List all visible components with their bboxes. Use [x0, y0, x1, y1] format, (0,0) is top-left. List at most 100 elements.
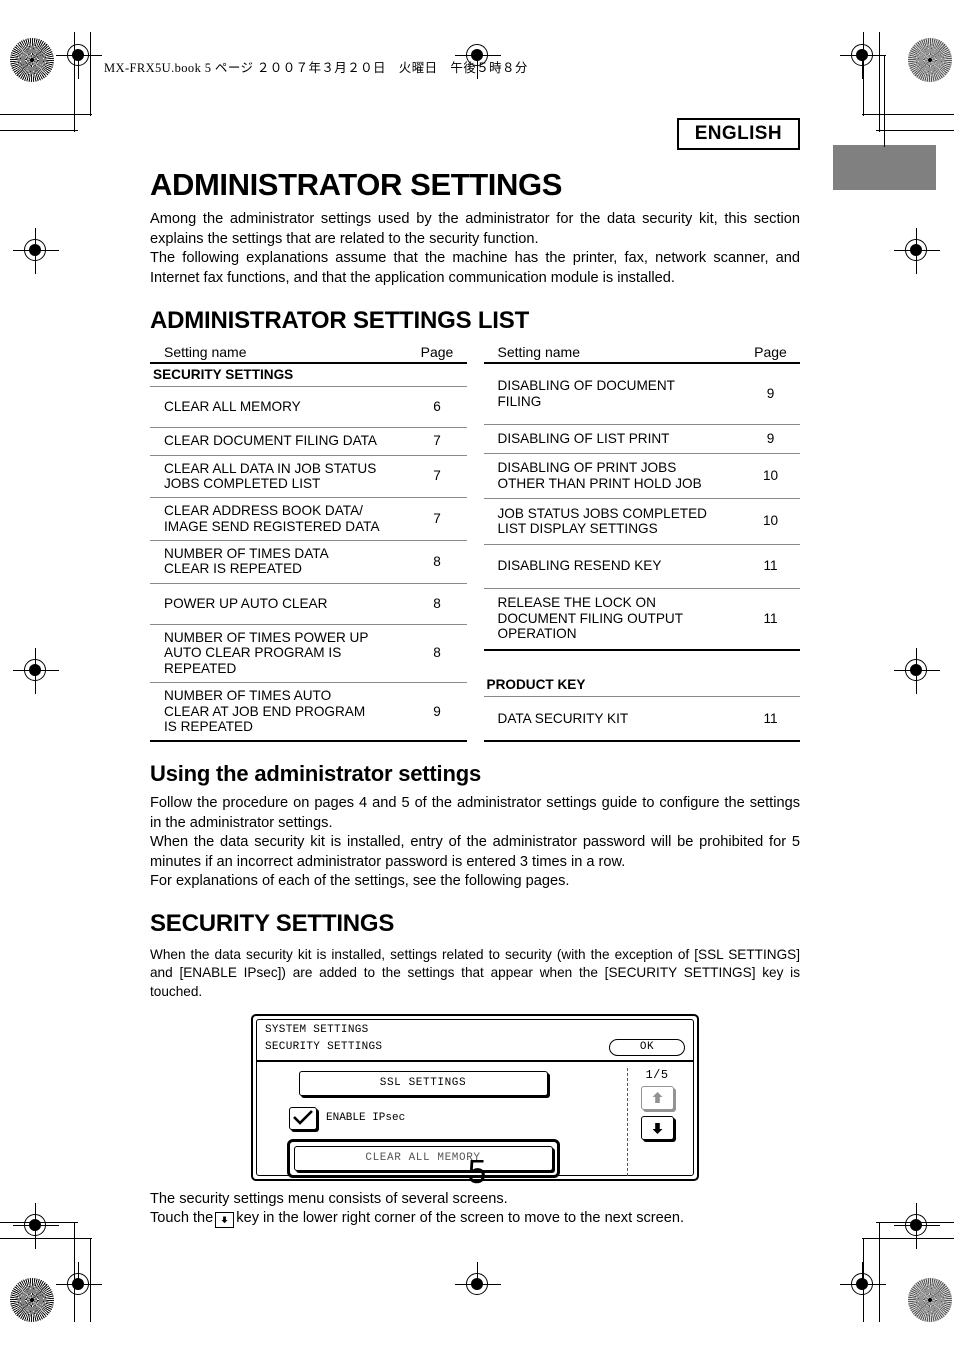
settings-table-left: Setting name Page SECURITY SETTINGS CLEAR…	[150, 342, 467, 743]
table-group-row: PRODUCT KEY	[483, 673, 800, 698]
table-row: DATA SECURITY KIT 11	[483, 696, 800, 743]
cell-setting-name: NUMBER OF TIMES DATA CLEAR IS REPEATED	[150, 540, 408, 584]
table-spacer-row	[484, 650, 801, 673]
reg-mark-right-middle	[894, 648, 940, 694]
table-row: DISABLING RESEND KEY 11	[483, 544, 800, 589]
scroll-down-arrow-icon[interactable]	[640, 1115, 674, 1140]
reg-mark-bottom-center	[455, 1262, 501, 1308]
cell-page-number: 9	[741, 424, 800, 454]
footer-note-suffix: key in the lower right corner of the scr…	[236, 1210, 685, 1227]
scroll-up-arrow-icon[interactable]	[640, 1085, 674, 1110]
table-spacer-cell	[484, 650, 801, 673]
using-paragraph-2: When the data security kit is installed,…	[150, 834, 800, 870]
book-file-header: MX-FRX5U.book 5 ページ ２００７年３月２０日 火曜日 午後５時８…	[104, 61, 528, 75]
table-row: DISABLING OF DOCUMENT FILING 9	[483, 363, 800, 425]
crop-line-top-right-h2	[862, 114, 954, 116]
table-row: NUMBER OF TIMES DATA CLEAR IS REPEATED 8	[150, 540, 467, 584]
using-settings-heading: Using the administrator settings	[150, 761, 481, 787]
cell-setting-name: DISABLING OF DOCUMENT FILING	[483, 363, 741, 425]
cell-setting-name: CLEAR ADDRESS BOOK DATA/IMAGE SEND REGIS…	[150, 497, 408, 541]
settings-list-heading: ADMINISTRATOR SETTINGS LIST	[150, 307, 530, 335]
cell-page-number: 8	[407, 624, 467, 684]
reg-mark-bottom-left-inner	[56, 1262, 102, 1308]
table-row: JOB STATUS JOBS COMPLETED LIST DISPLAY SE…	[483, 498, 800, 545]
cell-page-number: 10	[741, 453, 800, 500]
table-row: CLEAR ADDRESS BOOK DATA/IMAGE SEND REGIS…	[150, 497, 467, 541]
intro-paragraph-2: The following explanations assume that t…	[150, 250, 800, 286]
table-header-row: Setting name Page	[150, 342, 467, 365]
footer-note-prefix: Touch the	[150, 1210, 214, 1227]
lcd-screen-title: SECURITY SETTINGS	[265, 1041, 383, 1054]
checkbox-checked-icon[interactable]	[289, 1106, 317, 1130]
cell-setting-name: DISABLING RESEND KEY	[483, 544, 741, 589]
footer-note-line-2: Touch the key in the lower right corner o…	[150, 1209, 800, 1228]
reg-mark-top-right-inner	[840, 33, 886, 79]
cell-page-number	[407, 363, 467, 387]
cell-page-number: 9	[741, 363, 800, 425]
registration-rosette-top-right	[908, 38, 952, 82]
security-paragraph: When the data security kit is installed,…	[150, 946, 800, 999]
security-settings-heading: SECURITY SETTINGS	[150, 910, 395, 938]
cell-setting-name: POWER UP AUTO CLEAR	[150, 583, 408, 626]
page-content: ADMINISTRATOR SETTINGS Among the adminis…	[150, 168, 800, 1229]
cell-page-number: 9	[407, 682, 467, 743]
column-header-setting-name: Setting name	[483, 342, 741, 365]
cell-page-number: 6	[407, 386, 467, 429]
inline-down-arrow-icon	[215, 1211, 235, 1228]
reg-mark-right-upper	[894, 228, 940, 274]
lcd-system-title: SYSTEM SETTINGS	[265, 1023, 369, 1036]
table-row: CLEAR DOCUMENT FILING DATA 7	[150, 427, 467, 456]
table-row: RELEASE THE LOCK ON DOCUMENT FILING OUTPU…	[483, 588, 800, 652]
crop-line-top-left-h	[0, 130, 78, 132]
settings-table-left-body: SECURITY SETTINGS CLEAR ALL MEMORY 6 CLEAR …	[150, 363, 467, 743]
cell-setting-name: DISABLING OF LIST PRINT	[483, 424, 741, 454]
table-row: CLEAR ALL DATA IN JOB STATUS JOBS COMPLET…	[150, 455, 467, 499]
reg-mark-left-middle	[13, 648, 59, 694]
cell-setting-name: CLEAR ALL MEMORY	[150, 386, 408, 429]
cell-page-number: 7	[407, 427, 467, 456]
settings-list-tables: Setting name Page SECURITY SETTINGS CLEAR…	[150, 342, 801, 743]
lcd-enable-ipsec-label: ENABLE IPsec	[326, 1112, 406, 1125]
using-paragraph-1: Follow the procedure on pages 4 and 5 of…	[150, 795, 800, 831]
registration-rosette-bottom-left	[10, 1278, 54, 1322]
cell-page-number: 7	[407, 455, 467, 499]
reg-mark-right-lower	[894, 1203, 940, 1249]
table-row: POWER UP AUTO CLEAR 8	[150, 583, 467, 626]
crop-line-top-left-h2	[0, 114, 92, 116]
crop-line-top-right-h	[876, 130, 954, 132]
lcd-ssl-settings-button[interactable]: SSL SETTINGS	[298, 1070, 548, 1096]
reg-mark-left-lower	[13, 1203, 59, 1249]
cell-setting-name: NUMBER OF TIMES AUTO CLEAR AT JOB END PRO…	[150, 682, 408, 743]
table-group-row: SECURITY SETTINGS	[150, 363, 467, 387]
cell-setting-name: DISABLING OF PRINT JOBS OTHER THAN PRINT …	[483, 453, 741, 500]
table-row: DISABLING OF LIST PRINT 9	[483, 424, 800, 454]
registration-rosette-bottom-right	[908, 1278, 952, 1322]
cell-page-number: 11	[741, 588, 800, 652]
cell-setting-name: SECURITY SETTINGS	[150, 363, 408, 387]
lcd-page-indicator: 1/5	[645, 1067, 669, 1082]
cell-setting-name: PRODUCT KEY	[483, 673, 741, 698]
cell-page-number: 8	[407, 583, 467, 626]
reg-mark-top-left-outer	[13, 228, 59, 274]
chapter-thumb-tab	[833, 145, 936, 190]
table-row: NUMBER OF TIMES POWER UP AUTO CLEAR PROGR…	[150, 624, 467, 684]
language-badge: ENGLISH	[676, 118, 800, 150]
column-header-page: Page	[407, 342, 467, 365]
cell-setting-name: NUMBER OF TIMES POWER UP AUTO CLEAR PROGR…	[150, 624, 408, 684]
lcd-title-bar: SECURITY SETTINGS OK	[257, 1038, 693, 1062]
settings-table-right: Setting name Page DISABLING OF DOCUMENT F…	[483, 342, 801, 743]
cell-setting-name: CLEAR ALL DATA IN JOB STATUS JOBS COMPLET…	[150, 455, 408, 499]
cell-page-number	[741, 673, 800, 698]
using-paragraph-3: For explanations of each of the settings…	[150, 873, 570, 890]
cell-setting-name: CLEAR DOCUMENT FILING DATA	[150, 427, 408, 456]
registration-rosette-top-left	[10, 38, 54, 82]
table-row: DISABLING OF PRINT JOBS OTHER THAN PRINT …	[483, 453, 800, 500]
column-header-setting-name: Setting name	[150, 342, 408, 365]
lcd-ok-button[interactable]: OK	[609, 1038, 685, 1056]
cell-page-number: 11	[741, 544, 800, 589]
reg-mark-top-left-inner	[56, 33, 102, 79]
intro-paragraph-1: Among the administrator settings used by…	[150, 211, 800, 247]
table-row: NUMBER OF TIMES AUTO CLEAR AT JOB END PRO…	[150, 682, 467, 743]
cell-page-number: 8	[407, 540, 467, 584]
cell-setting-name: JOB STATUS JOBS COMPLETED LIST DISPLAY SE…	[483, 498, 741, 545]
